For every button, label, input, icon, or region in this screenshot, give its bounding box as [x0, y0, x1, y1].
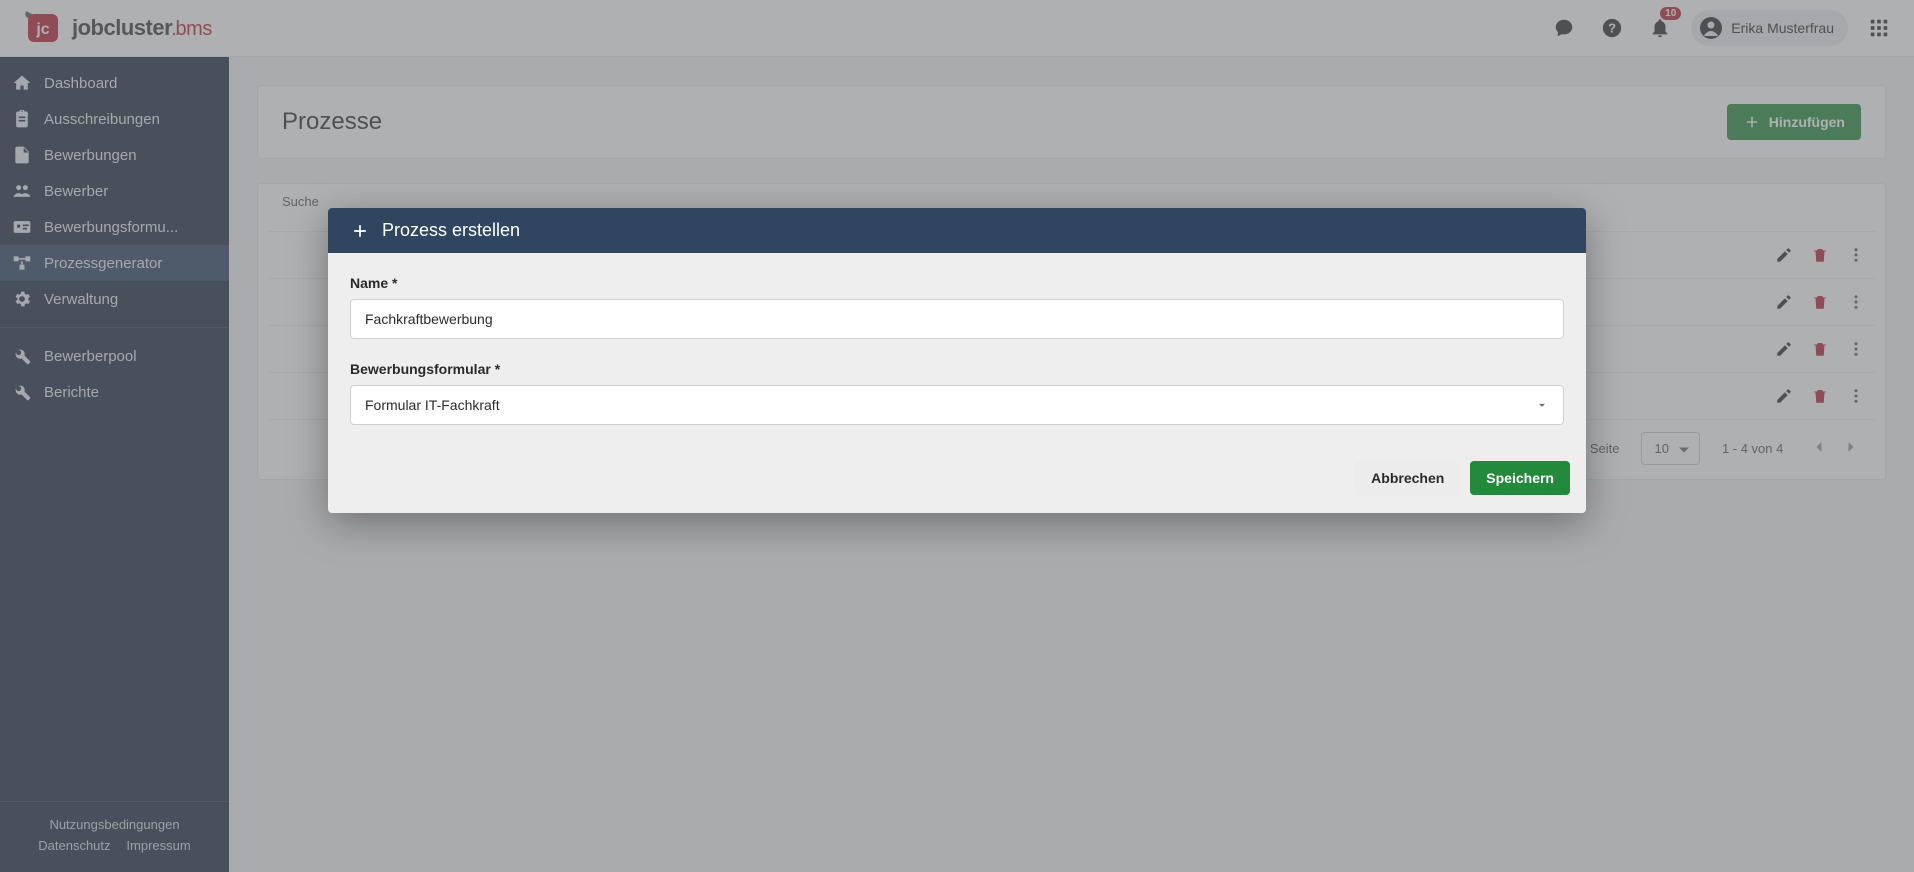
- cancel-button[interactable]: Abbrechen: [1355, 461, 1460, 495]
- form-select-value: Formular IT-Fachkraft: [365, 397, 500, 413]
- name-label: Name *: [350, 275, 1564, 291]
- plus-icon: [350, 221, 370, 241]
- chevron-down-icon: [1535, 398, 1549, 412]
- modal-header: Prozess erstellen: [328, 208, 1586, 253]
- modal-title: Prozess erstellen: [382, 220, 520, 241]
- name-input[interactable]: [350, 299, 1564, 339]
- form-select[interactable]: Formular IT-Fachkraft: [350, 385, 1564, 425]
- modal-scrim[interactable]: Prozess erstellen Name * Bewerbungsformu…: [0, 0, 1914, 872]
- form-label: Bewerbungsformular *: [350, 361, 1564, 377]
- save-button[interactable]: Speichern: [1470, 461, 1570, 495]
- create-process-modal: Prozess erstellen Name * Bewerbungsformu…: [328, 208, 1586, 513]
